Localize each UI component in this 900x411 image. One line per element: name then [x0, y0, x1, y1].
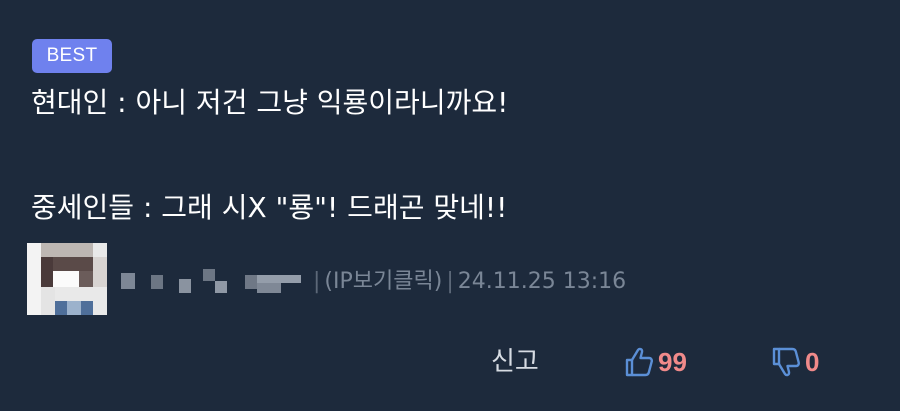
downvote-count: 0: [805, 347, 820, 377]
upvote-count: 99: [658, 347, 687, 377]
comment-line-2: 중세인들 : 그래 시X "룡"! 드래곤 맞네!!: [31, 191, 508, 224]
meta-info: | (IP보기클릭) | 24.11.25 13:16: [309, 267, 626, 297]
comment-meta: | (IP보기클릭) | 24.11.25 13:16: [27, 243, 887, 315]
report-button[interactable]: 신고: [491, 344, 539, 380]
downvote-button[interactable]: 0: [771, 344, 819, 380]
meta-separator: |: [446, 269, 454, 294]
upvote-button[interactable]: 99: [624, 344, 687, 380]
ip-view-link[interactable]: (IP보기클릭): [324, 269, 442, 294]
author-name[interactable]: [121, 269, 311, 295]
thumbs-down-icon: [771, 346, 801, 378]
comment-actions: 신고 99 0: [0, 342, 900, 382]
timestamp: 24.11.25 13:16: [457, 269, 627, 294]
comment-line-1: 현대인 : 아니 저건 그냥 익룡이라니까요!: [31, 86, 509, 119]
best-badge: BEST: [32, 39, 112, 73]
best-comment: BEST 현대인 : 아니 저건 그냥 익룡이라니까요! 중세인들 : 그래 시…: [0, 0, 900, 411]
thumbs-up-icon: [624, 346, 654, 378]
meta-separator: |: [313, 269, 321, 294]
avatar[interactable]: [27, 243, 107, 315]
